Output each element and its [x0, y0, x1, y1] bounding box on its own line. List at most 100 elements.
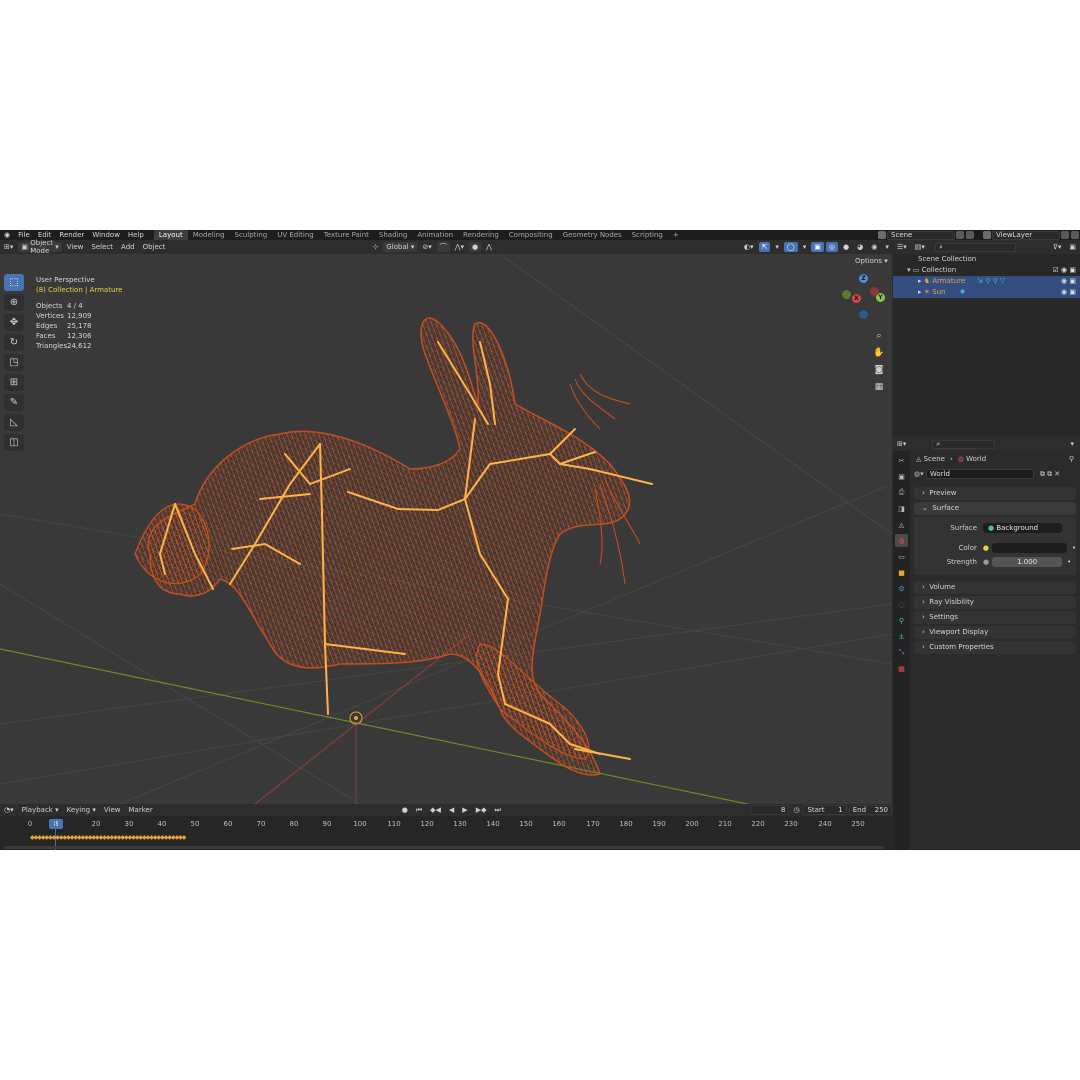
- current-frame-indicator[interactable]: 8: [49, 819, 63, 829]
- outliner-search-input[interactable]: ⌕: [934, 242, 1016, 252]
- end-frame-field[interactable]: End 250: [848, 805, 893, 815]
- timeline-editor-type-icon[interactable]: ◔▾: [1, 805, 17, 815]
- armature-toggles[interactable]: ◉ ▣: [1061, 276, 1076, 287]
- tab-sculpting[interactable]: Sculpting: [230, 230, 273, 240]
- ortho-toggle-icon[interactable]: ▦: [872, 380, 886, 394]
- tab-data-icon[interactable]: ⤡: [895, 646, 908, 659]
- select-tool-icon[interactable]: ⬚: [4, 274, 24, 291]
- tab-view-layer-icon[interactable]: ◨: [895, 502, 908, 515]
- zoom-icon[interactable]: ⌕: [872, 329, 886, 343]
- rotate-tool-icon[interactable]: ↻: [4, 334, 24, 351]
- tab-compositing[interactable]: Compositing: [504, 230, 558, 240]
- menu-object[interactable]: Object: [140, 242, 169, 252]
- pivot-point-icon[interactable]: ⊘▾: [419, 242, 434, 252]
- snap-icon[interactable]: ⌒: [436, 242, 450, 252]
- timeline-scrollbar[interactable]: [4, 846, 884, 849]
- tab-animation[interactable]: Animation: [412, 230, 458, 240]
- menu-add[interactable]: Add: [118, 242, 138, 252]
- properties-options-icon[interactable]: ▾: [1070, 440, 1074, 448]
- strength-field[interactable]: 1.000: [992, 557, 1063, 567]
- cursor-tool-icon[interactable]: ⊕: [4, 294, 24, 311]
- transform-tool-icon[interactable]: ⊞: [4, 374, 24, 391]
- scale-tool-icon[interactable]: ◳: [4, 354, 24, 371]
- tab-world-icon[interactable]: ◍: [895, 534, 908, 547]
- outliner-editor-type-icon[interactable]: ☰▾: [894, 242, 910, 252]
- tab-texture-icon[interactable]: ▦: [895, 662, 908, 675]
- world-fake-user-icon[interactable]: ⧉ ⧉ ✕: [1040, 470, 1060, 479]
- overlay-dropdown-icon[interactable]: ▾: [800, 242, 810, 252]
- outliner-item-armature[interactable]: ▸ ♞ Armature ⇲ ⚲ ⚲ ▽ ◉ ▣: [893, 276, 1080, 287]
- panel-volume[interactable]: › Volume: [914, 581, 1076, 594]
- timeline-menu-marker[interactable]: Marker: [126, 805, 156, 815]
- delete-view-layer-icon[interactable]: [1071, 231, 1079, 239]
- overlay-toggle-icon[interactable]: ◯: [783, 242, 798, 252]
- outliner-item-sun[interactable]: ▸ ☀ Sun ✹ ◉ ▣: [893, 287, 1080, 298]
- rabbit-mesh[interactable]: [134, 317, 641, 776]
- color-socket-icon[interactable]: ●: [983, 544, 989, 552]
- filter-icon[interactable]: ⊽▾: [1050, 242, 1065, 252]
- measure-tool-icon[interactable]: ◺: [4, 414, 24, 431]
- tab-tool-icon[interactable]: ✂: [895, 454, 908, 467]
- new-scene-icon[interactable]: [956, 231, 964, 239]
- prev-keyframe-icon[interactable]: ◆◀: [427, 805, 444, 815]
- options-dropdown[interactable]: Options ▾: [855, 257, 888, 265]
- play-reverse-icon[interactable]: ◀: [446, 805, 457, 815]
- add-workspace-button[interactable]: +: [668, 230, 684, 240]
- strength-socket-icon[interactable]: ●: [983, 558, 989, 566]
- breadcrumb-world[interactable]: World: [966, 455, 986, 463]
- tab-layout[interactable]: Layout: [153, 230, 188, 240]
- surface-shader-field[interactable]: ● Background: [983, 523, 1062, 533]
- scene-field[interactable]: Scene: [887, 230, 955, 240]
- jump-end-icon[interactable]: ⏭: [491, 805, 503, 815]
- color-swatch[interactable]: [992, 543, 1067, 553]
- gizmo-toggle-icon[interactable]: ⇱: [758, 242, 771, 252]
- view-layer-field[interactable]: ViewLayer: [992, 230, 1060, 240]
- stopwatch-icon[interactable]: ◷: [790, 805, 802, 815]
- tab-modeling[interactable]: Modeling: [188, 230, 230, 240]
- keyframe-row[interactable]: ◆◆◆◆◆◆◆◆◆◆◆◆◆◆◆◆◆◆◆◆◆◆◆◆◆◆◆◆◆◆◆◆◆◆◆◆◆◆◆◆…: [30, 834, 186, 841]
- material-shading-icon[interactable]: ◕: [854, 242, 866, 252]
- jump-start-icon[interactable]: ⏮: [413, 805, 425, 815]
- tab-collection-icon[interactable]: ▭: [895, 550, 908, 563]
- snap-mode-icon[interactable]: ⋀▾: [452, 242, 467, 252]
- sun-toggles[interactable]: ◉ ▣: [1061, 287, 1076, 298]
- outliner-scene-collection[interactable]: Scene Collection: [893, 254, 1080, 265]
- gizmo-neg-z-axis[interactable]: [859, 310, 868, 319]
- timeline-menu-keying[interactable]: Keying ▾: [64, 805, 99, 815]
- gizmo-neg-y-axis[interactable]: [842, 290, 851, 299]
- wireframe-shading-icon[interactable]: ◎: [825, 242, 838, 252]
- play-icon[interactable]: ▶: [459, 805, 470, 815]
- outliner-collection[interactable]: ▾ ▭ Collection ☑ ◉ ▣: [893, 265, 1080, 276]
- timeline-menu-playback[interactable]: Playback ▾: [19, 805, 62, 815]
- panel-viewport-display[interactable]: › Viewport Display: [914, 626, 1076, 639]
- tab-uv-editing[interactable]: UV Editing: [272, 230, 319, 240]
- tab-scripting[interactable]: Scripting: [627, 230, 668, 240]
- 3d-viewport[interactable]: ⬚ ⊕ ✥ ↻ ◳ ⊞ ✎ ◺ ◫ User Perspective (8) C…: [0, 254, 892, 804]
- editor-type-icon[interactable]: ⊞▾: [1, 242, 16, 252]
- properties-editor-type-icon[interactable]: ⊞▾: [894, 439, 909, 449]
- camera-view-icon[interactable]: ◙: [872, 363, 886, 377]
- collection-toggles[interactable]: ☑ ◉ ▣: [1053, 265, 1076, 276]
- panel-custom-properties[interactable]: › Custom Properties: [914, 641, 1076, 654]
- tab-shading[interactable]: Shading: [374, 230, 412, 240]
- navigation-gizmo[interactable]: Z Y X ⌕ ✋ ◙ ▦: [840, 274, 890, 404]
- record-icon[interactable]: ●: [399, 805, 411, 815]
- world-name-field[interactable]: World: [925, 469, 1034, 479]
- menu-view[interactable]: View: [64, 242, 87, 252]
- object-mode-dropdown[interactable]: ▣ Object Mode ▾: [18, 239, 62, 255]
- xray-toggle-icon[interactable]: ▣: [811, 242, 824, 252]
- gizmo-dropdown-icon[interactable]: ▾: [772, 242, 782, 252]
- tab-physics-icon[interactable]: ⚲: [895, 614, 908, 627]
- menu-select[interactable]: Select: [88, 242, 116, 252]
- add-cube-tool-icon[interactable]: ◫: [4, 434, 24, 451]
- sun-light[interactable]: [349, 711, 363, 725]
- tab-modifiers-icon[interactable]: ⚙: [895, 582, 908, 595]
- visibility-icon[interactable]: ◐▾: [741, 242, 757, 252]
- breadcrumb-scene[interactable]: Scene: [924, 455, 945, 463]
- next-keyframe-icon[interactable]: ▶◆: [473, 805, 490, 815]
- blender-logo-icon[interactable]: ◉: [0, 230, 14, 240]
- menu-help[interactable]: Help: [124, 230, 148, 240]
- color-keyframe-icon[interactable]: •: [1072, 544, 1076, 552]
- annotate-tool-icon[interactable]: ✎: [4, 394, 24, 411]
- pan-hand-icon[interactable]: ✋: [872, 346, 886, 360]
